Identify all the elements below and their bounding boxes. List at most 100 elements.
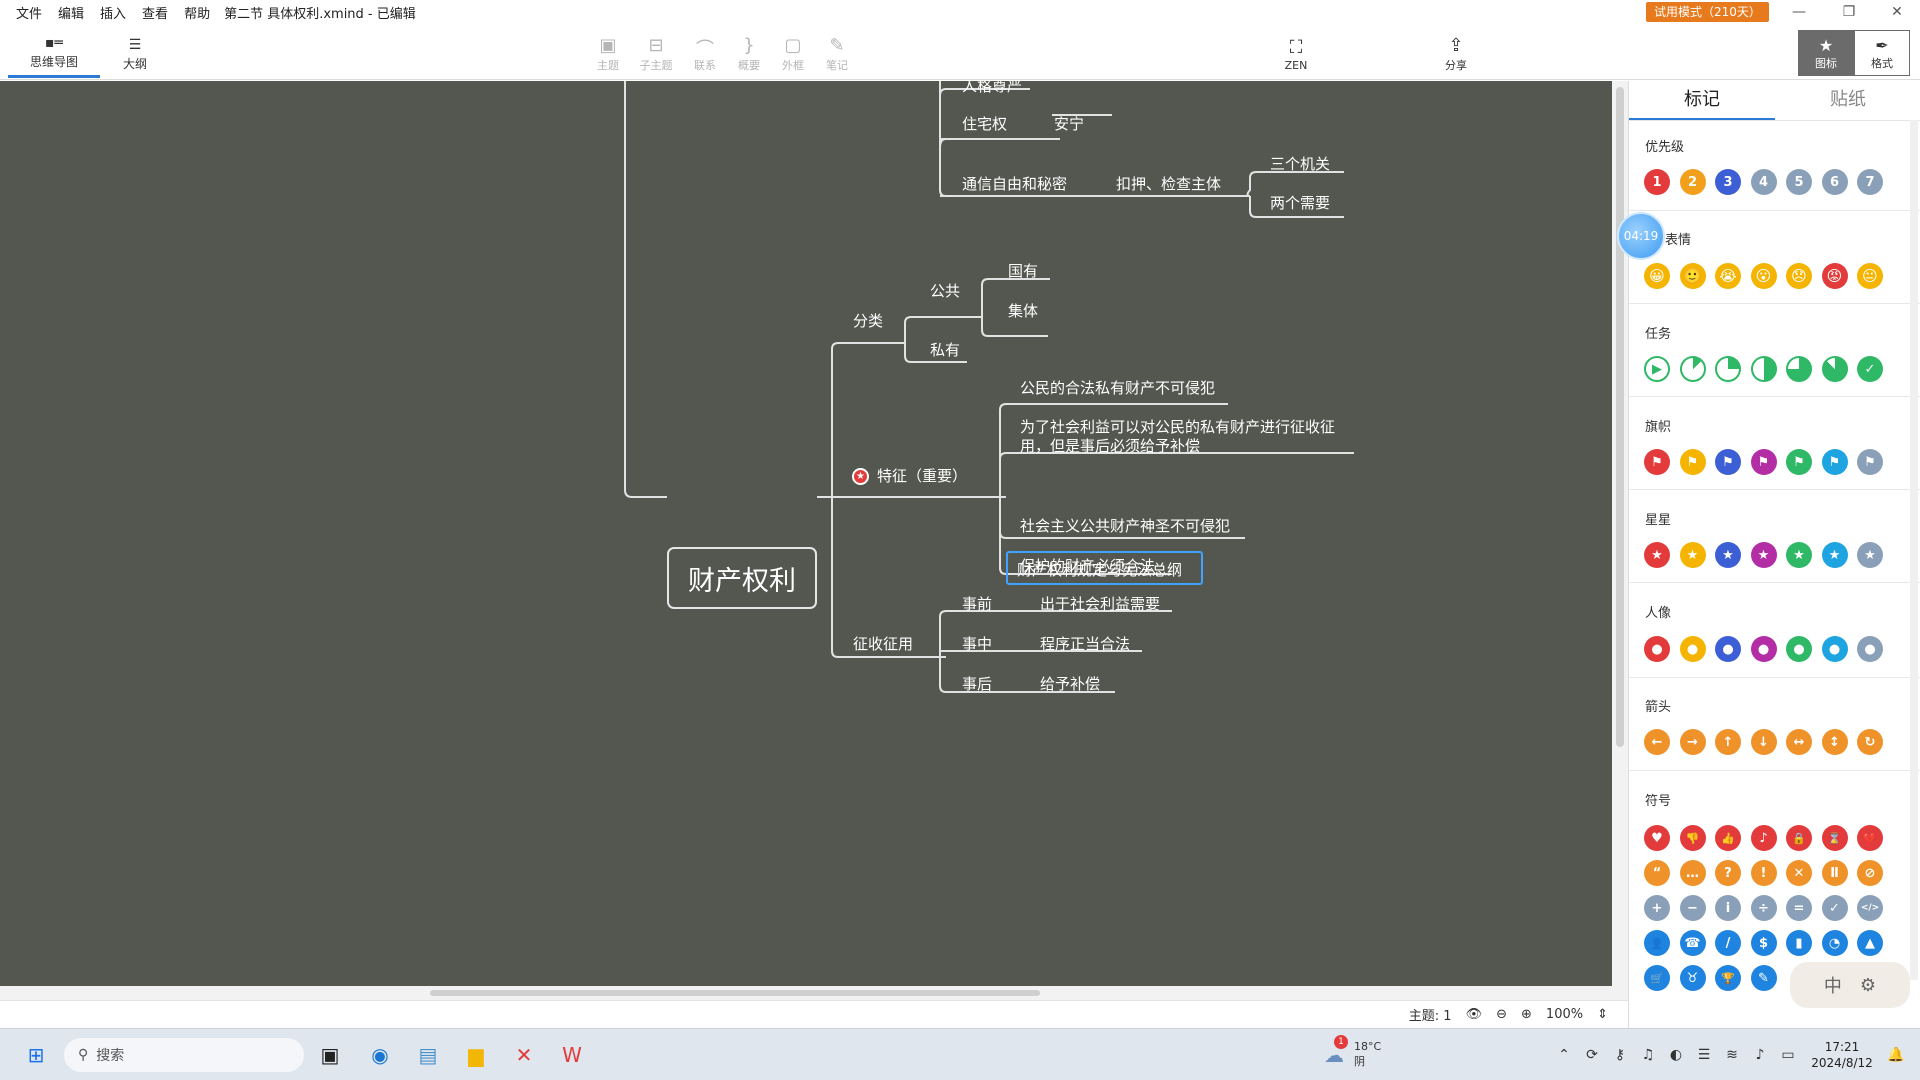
task-view-icon[interactable]: ▣ xyxy=(312,1037,348,1073)
panel-scrollbar[interactable] xyxy=(1910,120,1918,980)
flag-blue-icon[interactable]: ⚑ xyxy=(1715,449,1741,475)
smiley-cry-icon[interactable]: 😭 xyxy=(1715,263,1741,289)
star-marker-icon[interactable]: ★ xyxy=(852,468,869,485)
task-7-8-icon[interactable] xyxy=(1821,356,1848,382)
broken-heart-icon[interactable]: 💔 xyxy=(1857,825,1883,851)
lock-icon[interactable]: 🔒 xyxy=(1786,825,1812,851)
menu-edit[interactable]: 编辑 xyxy=(50,3,92,22)
divide-icon[interactable]: ÷ xyxy=(1750,895,1777,921)
node-before-value[interactable]: 出于社会利益需要 xyxy=(1040,595,1160,613)
wifi-icon[interactable]: ≋ xyxy=(1718,1047,1746,1063)
arrow-up-icon[interactable]: ↑ xyxy=(1715,729,1741,755)
minimize-button[interactable]: — xyxy=(1776,0,1822,24)
node-feature-5[interactable]: 保护的财产必须合法 xyxy=(1020,557,1155,575)
node-collective[interactable]: 集体 xyxy=(1008,302,1038,320)
flag-green-icon[interactable]: ⚑ xyxy=(1786,449,1812,475)
boundary-button[interactable]: ▢ 外框 xyxy=(771,32,815,76)
flag-gray-icon[interactable]: ⚑ xyxy=(1857,449,1883,475)
close-window-button[interactable]: ✕ xyxy=(1874,0,1920,24)
xmind-app-icon[interactable]: ✕ xyxy=(506,1037,542,1073)
tab-markers[interactable]: 标记 xyxy=(1629,81,1775,120)
system-clock[interactable]: 17:21 2024/8/12 xyxy=(1802,1039,1882,1071)
tray-red-app-icon[interactable]: ☰ xyxy=(1690,1047,1718,1063)
pen-icon[interactable]: / xyxy=(1715,930,1741,956)
flag-purple-icon[interactable]: ⚑ xyxy=(1750,449,1777,475)
star-orange-icon[interactable]: ★ xyxy=(1679,542,1706,568)
taskbar-search[interactable]: ⚲ 搜索 xyxy=(64,1038,304,1072)
key-icon[interactable]: ⚷ xyxy=(1606,1047,1634,1063)
horizontal-scroll-thumb[interactable] xyxy=(430,990,1040,996)
node-feature-1[interactable]: 公民的合法私有财产不可侵犯 xyxy=(1020,379,1215,397)
speaker-tray-icon[interactable]: ◐ xyxy=(1662,1047,1690,1063)
person-cyan-icon[interactable]: ● xyxy=(1821,636,1848,662)
notification-bell-icon[interactable]: 🔔 xyxy=(1882,1047,1910,1063)
task-half-icon[interactable] xyxy=(1750,356,1777,382)
insert-topic-button[interactable]: ▣ 主题 xyxy=(586,32,630,76)
node-classification[interactable]: 分类 xyxy=(853,312,883,330)
zoom-in-icon[interactable]: ⊕ xyxy=(1521,1007,1532,1022)
canvas-horizontal-scrollbar[interactable] xyxy=(0,986,1612,1000)
priority-5-icon[interactable]: 5 xyxy=(1786,169,1812,195)
thumbs-up-icon[interactable]: 👍 xyxy=(1715,825,1741,851)
node-public[interactable]: 公共 xyxy=(930,282,960,300)
person-green-icon[interactable]: ● xyxy=(1786,636,1812,662)
chevron-up-icon[interactable]: ⌃ xyxy=(1550,1047,1578,1063)
node-three-organs[interactable]: 三个机关 xyxy=(1270,155,1330,173)
microphone-icon[interactable]: ♫ xyxy=(1634,1047,1662,1063)
bar-chart-icon[interactable]: ▮ xyxy=(1786,930,1812,956)
person-purple-icon[interactable]: ● xyxy=(1750,636,1777,662)
file-explorer-icon[interactable]: ▆ xyxy=(458,1037,494,1073)
bull-icon[interactable]: ♉ xyxy=(1679,965,1706,991)
smiley-smile-icon[interactable]: 🙂 xyxy=(1679,263,1706,289)
forbidden-icon[interactable]: ⊘ xyxy=(1857,860,1883,886)
edit-icon[interactable]: ✎ xyxy=(1750,965,1777,991)
cart-icon[interactable]: 🛒 xyxy=(1644,965,1670,991)
task-1-8-icon[interactable] xyxy=(1679,356,1706,382)
task-done-icon[interactable]: ✓ xyxy=(1857,356,1883,382)
tab-mindmap[interactable]: ▪═ 思维导图 xyxy=(8,30,100,78)
zoom-stepper-icon[interactable]: ⇕ xyxy=(1597,1007,1608,1022)
smiley-angry-icon[interactable]: 😡 xyxy=(1821,263,1848,289)
node-residence-right[interactable]: 住宅权 xyxy=(962,115,1007,133)
node-feature-2[interactable]: 为了社会利益可以对公民的私有财产进行征收征用，但是事后必须给予补偿 xyxy=(1020,418,1350,456)
task-start-icon[interactable]: ▶ xyxy=(1644,356,1670,382)
smiley-laugh-icon[interactable]: 😀 xyxy=(1644,263,1670,289)
windows-start-icon[interactable]: ⊞ xyxy=(18,1037,54,1073)
priority-3-icon[interactable]: 3 xyxy=(1715,169,1741,195)
info-icon[interactable]: i xyxy=(1715,895,1741,921)
summary-button[interactable]: } 概要 xyxy=(727,32,771,76)
star-green-icon[interactable]: ★ xyxy=(1786,542,1812,568)
ellipsis-icon[interactable]: … xyxy=(1679,860,1706,886)
arrow-refresh-icon[interactable]: ↻ xyxy=(1857,729,1883,755)
equals-icon[interactable]: = xyxy=(1786,895,1812,921)
mail-app-icon[interactable]: ▤ xyxy=(410,1037,446,1073)
quote-icon[interactable]: “ xyxy=(1644,860,1670,886)
edge-browser-icon[interactable]: ◉ xyxy=(362,1037,398,1073)
node-features[interactable]: ★ 特征（重要） xyxy=(852,467,967,485)
menu-insert[interactable]: 插入 xyxy=(92,3,134,22)
volume-icon[interactable]: ♪ xyxy=(1746,1047,1774,1063)
node-two-needs[interactable]: 两个需要 xyxy=(1270,194,1330,212)
share-button[interactable]: ⇪ 分享 xyxy=(1434,32,1478,76)
relationship-button[interactable]: ⌒ 联系 xyxy=(683,32,727,76)
node-state-owned[interactable]: 国有 xyxy=(1008,262,1038,280)
area-chart-icon[interactable]: ▲ xyxy=(1857,930,1883,956)
flag-red-icon[interactable]: ⚑ xyxy=(1644,449,1670,475)
smiley-neutral-icon[interactable]: 😐 xyxy=(1857,263,1883,289)
dollar-icon[interactable]: $ xyxy=(1750,930,1777,956)
pause-icon[interactable]: Ⅱ xyxy=(1821,860,1848,886)
tab-stickers[interactable]: 贴纸 xyxy=(1775,81,1920,120)
menu-file[interactable]: 文件 xyxy=(0,3,50,22)
central-topic[interactable]: 财产权利 xyxy=(667,547,817,609)
pie-chart-icon[interactable]: ◔ xyxy=(1821,930,1848,956)
zen-mode-button[interactable]: ⛶ ZEN xyxy=(1274,32,1318,76)
task-1-4-icon[interactable] xyxy=(1715,356,1741,382)
format-panel-toggle[interactable]: ✒ 格式 xyxy=(1854,30,1910,76)
icon-panel-toggle[interactable]: ★ 图标 xyxy=(1798,30,1854,76)
star-gray-icon[interactable]: ★ xyxy=(1857,542,1883,568)
cross-icon[interactable]: ✕ xyxy=(1786,860,1812,886)
node-after-value[interactable]: 给予补偿 xyxy=(1040,675,1100,693)
node-private[interactable]: 私有 xyxy=(930,341,960,359)
node-after[interactable]: 事后 xyxy=(962,675,992,693)
node-personal-dignity[interactable]: 人格尊严 xyxy=(962,81,1022,95)
